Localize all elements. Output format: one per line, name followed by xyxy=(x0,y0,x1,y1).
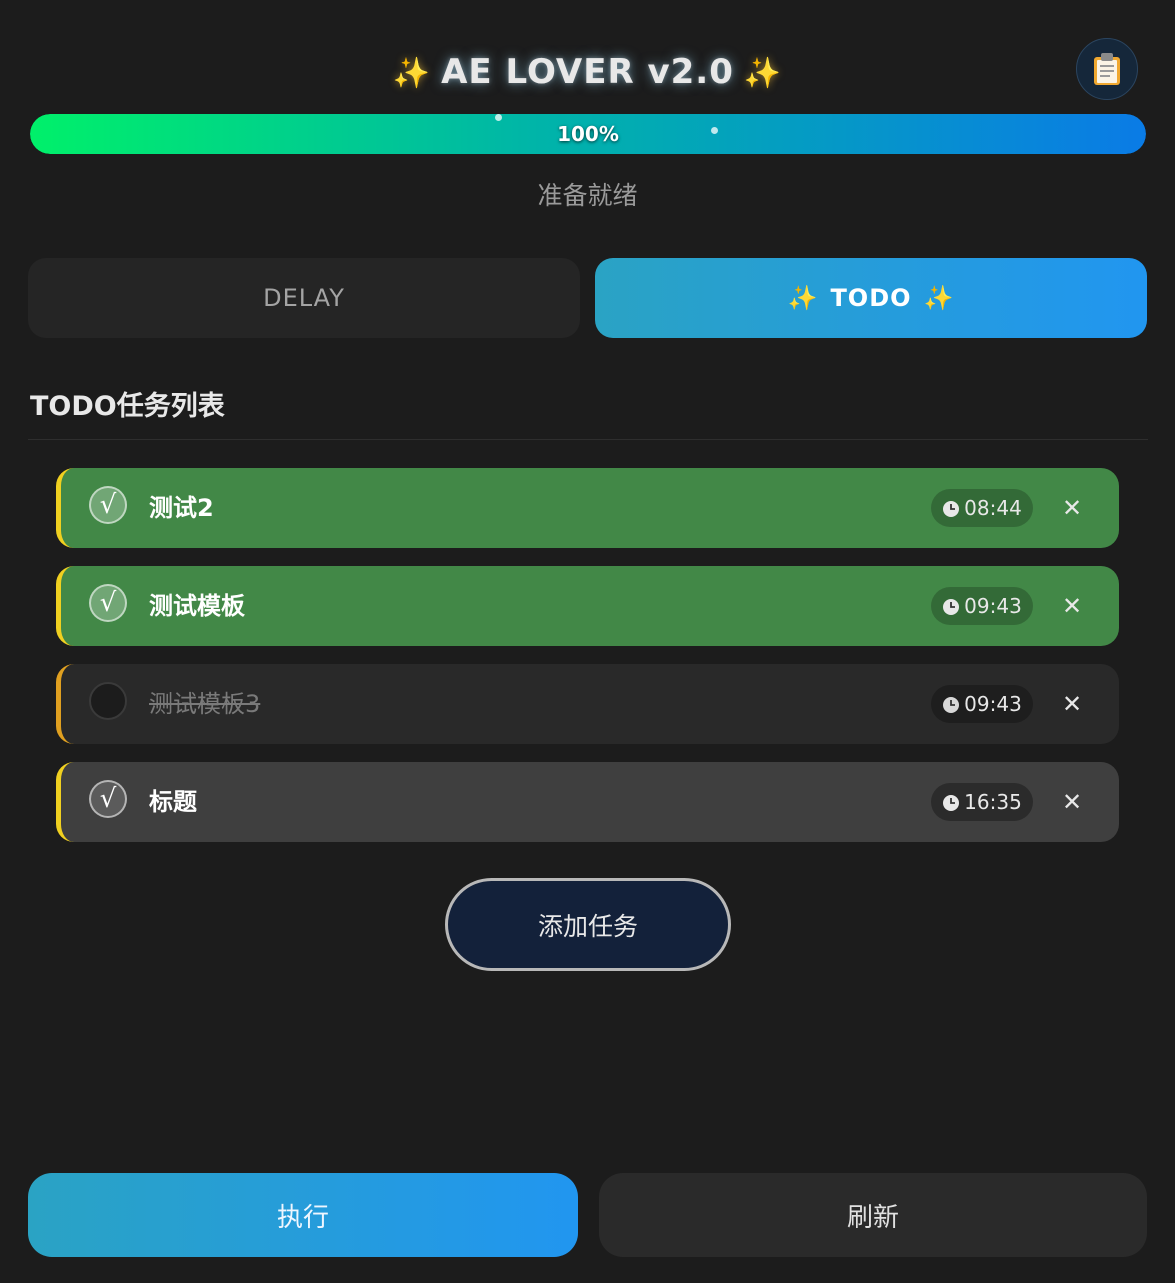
task-time-badge: 09:43 xyxy=(931,685,1033,723)
task-time-badge: 09:43 xyxy=(931,587,1033,625)
task-time: 09:43 xyxy=(964,692,1022,716)
section-title: TODO任务列表 xyxy=(30,391,225,422)
tab-todo-label: TODO xyxy=(830,284,912,312)
task-title: 测试模板3 xyxy=(149,690,261,718)
delete-task-button[interactable]: ✕ xyxy=(1053,489,1091,527)
task-time-badge: 16:35 xyxy=(931,783,1033,821)
clock-icon xyxy=(943,599,960,615)
sparkle-icon: ✨ xyxy=(743,56,783,91)
tab-delay-label: DELAY xyxy=(263,284,345,312)
refresh-button[interactable]: 刷新 xyxy=(599,1173,1147,1257)
execute-label: 执行 xyxy=(276,1202,329,1233)
progress-label: 100% xyxy=(557,122,619,146)
task-checkbox[interactable] xyxy=(89,682,127,720)
task-time-badge: 08:44 xyxy=(931,489,1033,527)
tab-todo[interactable]: ✨ TODO ✨ xyxy=(595,258,1147,338)
task-row: √ 标题 16:35 ✕ xyxy=(56,762,1119,842)
clipboard-button[interactable] xyxy=(1076,38,1138,100)
sparkle-icon: ✨ xyxy=(392,56,432,91)
task-title: 测试模板 xyxy=(149,592,245,620)
refresh-label: 刷新 xyxy=(846,1202,899,1233)
task-time: 09:43 xyxy=(964,594,1022,618)
task-checkbox[interactable]: √ xyxy=(89,584,127,622)
divider xyxy=(28,439,1148,440)
task-row: 测试模板3 09:43 ✕ xyxy=(56,664,1119,744)
header: ✨ AE LOVER v2.0 ✨ xyxy=(0,38,1175,104)
sparkle-icon: ✨ xyxy=(923,284,955,312)
app-title-text: AE LOVER v2.0 xyxy=(441,52,734,92)
task-title: 标题 xyxy=(149,788,197,816)
task-time: 08:44 xyxy=(964,496,1022,520)
task-time: 16:35 xyxy=(964,790,1022,814)
clock-icon xyxy=(943,795,960,811)
add-task-label: 添加任务 xyxy=(537,911,638,941)
delete-task-button[interactable]: ✕ xyxy=(1053,783,1091,821)
task-row: √ 测试模板 09:43 ✕ xyxy=(56,566,1119,646)
task-checkbox[interactable]: √ xyxy=(89,486,127,524)
task-checkbox[interactable]: √ xyxy=(89,780,127,818)
execute-button[interactable]: 执行 xyxy=(28,1173,578,1257)
clock-icon xyxy=(943,697,960,713)
status-text: 准备就绪 xyxy=(537,181,638,210)
tab-delay[interactable]: DELAY xyxy=(28,258,580,338)
app-window: ✨ AE LOVER v2.0 ✨ 100% 准备就绪 DELAY ✨ TODO ✨ T… xyxy=(0,0,1175,1283)
delete-task-button[interactable]: ✕ xyxy=(1053,685,1091,723)
task-title: 测试2 xyxy=(149,494,214,522)
app-title: ✨ AE LOVER v2.0 ✨ xyxy=(383,52,793,92)
progress-bar: 100% xyxy=(30,114,1146,154)
delete-task-button[interactable]: ✕ xyxy=(1053,587,1091,625)
task-row: √ 测试2 08:44 ✕ xyxy=(56,468,1119,548)
add-task-button[interactable]: 添加任务 xyxy=(445,878,731,971)
clipboard-icon xyxy=(1094,53,1120,85)
clock-icon xyxy=(943,501,960,517)
sparkle-icon: ✨ xyxy=(787,284,819,312)
